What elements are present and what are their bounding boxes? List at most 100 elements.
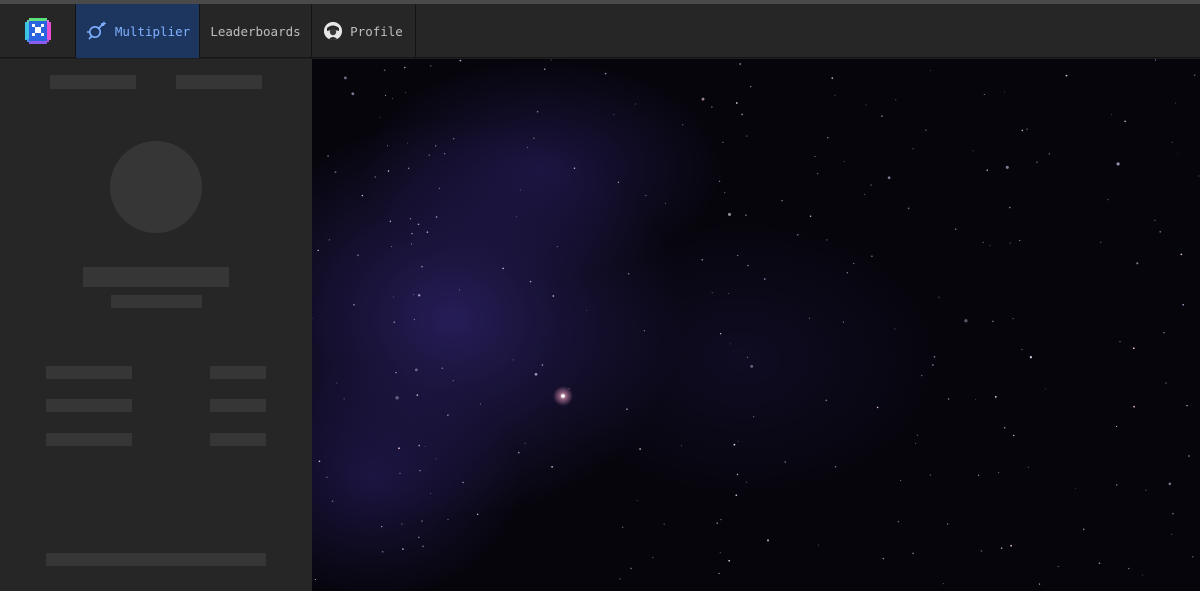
- tab-leaderboards[interactable]: Leaderboards: [200, 4, 312, 58]
- star: [1127, 567, 1130, 570]
- star: [401, 523, 403, 525]
- star: [430, 493, 431, 494]
- star: [907, 207, 910, 210]
- star: [727, 212, 732, 216]
- star: [964, 319, 968, 323]
- star: [827, 137, 829, 139]
- tab-multiplier[interactable]: Multiplier: [75, 4, 200, 58]
- star: [361, 194, 364, 197]
- star: [809, 317, 811, 319]
- star: [737, 255, 739, 256]
- star: [417, 294, 421, 297]
- star: [975, 399, 977, 401]
- tab-profile[interactable]: Profile: [312, 4, 416, 58]
- star: [552, 295, 555, 297]
- star: [724, 192, 726, 194]
- star: [392, 98, 393, 100]
- star: [428, 154, 431, 157]
- star: [1119, 340, 1121, 343]
- app-logo[interactable]: [0, 4, 75, 58]
- star: [586, 309, 587, 311]
- star: [1100, 241, 1102, 243]
- star: [871, 255, 873, 258]
- star: [421, 265, 423, 268]
- star: [357, 254, 359, 257]
- star: [414, 368, 418, 372]
- star: [719, 333, 722, 335]
- star: [900, 479, 902, 481]
- star: [389, 220, 392, 223]
- star: [1116, 162, 1120, 166]
- star: [343, 76, 347, 80]
- star: [722, 141, 724, 143]
- star: [630, 567, 632, 570]
- star: [459, 289, 460, 291]
- star: [929, 69, 931, 71]
- star: [417, 223, 420, 226]
- star: [745, 481, 748, 483]
- star: [635, 103, 637, 105]
- star: [750, 365, 754, 368]
- star: [882, 557, 885, 560]
- star: [1159, 231, 1161, 233]
- star: [541, 364, 544, 366]
- star: [1003, 426, 1006, 429]
- star: [477, 513, 479, 515]
- star: [1180, 253, 1183, 256]
- star: [550, 59, 552, 61]
- space-canvas[interactable]: [312, 59, 1200, 591]
- star: [395, 396, 399, 400]
- star: [736, 473, 739, 476]
- star: [680, 445, 682, 447]
- star: [983, 93, 985, 96]
- star: [613, 114, 615, 116]
- star: [831, 77, 834, 79]
- star: [1083, 528, 1085, 530]
- tab-leaderboards-label: Leaderboards: [210, 23, 301, 39]
- star: [1029, 356, 1033, 359]
- star: [1133, 405, 1135, 408]
- star: [444, 153, 446, 155]
- star: [716, 522, 718, 524]
- star: [379, 116, 381, 118]
- star: [1048, 153, 1050, 155]
- star: [526, 147, 528, 148]
- avatar-icon: [324, 22, 343, 40]
- star: [402, 548, 404, 550]
- star: [617, 181, 620, 183]
- star: [1141, 574, 1143, 576]
- star: [842, 321, 845, 323]
- star: [750, 86, 752, 88]
- star: [343, 398, 345, 400]
- star: [627, 272, 630, 275]
- star: [1168, 482, 1172, 486]
- star: [1154, 219, 1156, 222]
- star: [421, 520, 423, 522]
- star: [1045, 388, 1047, 390]
- star: [1124, 120, 1126, 123]
- star: [622, 526, 624, 528]
- star: [1012, 317, 1014, 320]
- star: [636, 500, 638, 502]
- star: [479, 403, 481, 405]
- star: [386, 145, 389, 147]
- star: [1172, 512, 1174, 515]
- star: [1145, 489, 1147, 491]
- star: [972, 150, 974, 152]
- star: [381, 550, 384, 553]
- star: [925, 129, 927, 131]
- star: [543, 68, 546, 70]
- star: [533, 137, 535, 139]
- star: [426, 231, 429, 233]
- star: [1003, 91, 1006, 93]
- star: [929, 474, 931, 476]
- star: [447, 518, 449, 521]
- star: [730, 343, 732, 345]
- star: [407, 142, 409, 144]
- star: [752, 416, 755, 418]
- star: [639, 448, 641, 450]
- star: [536, 110, 539, 113]
- star: [711, 106, 713, 108]
- star: [1163, 332, 1165, 334]
- star: [1136, 262, 1139, 265]
